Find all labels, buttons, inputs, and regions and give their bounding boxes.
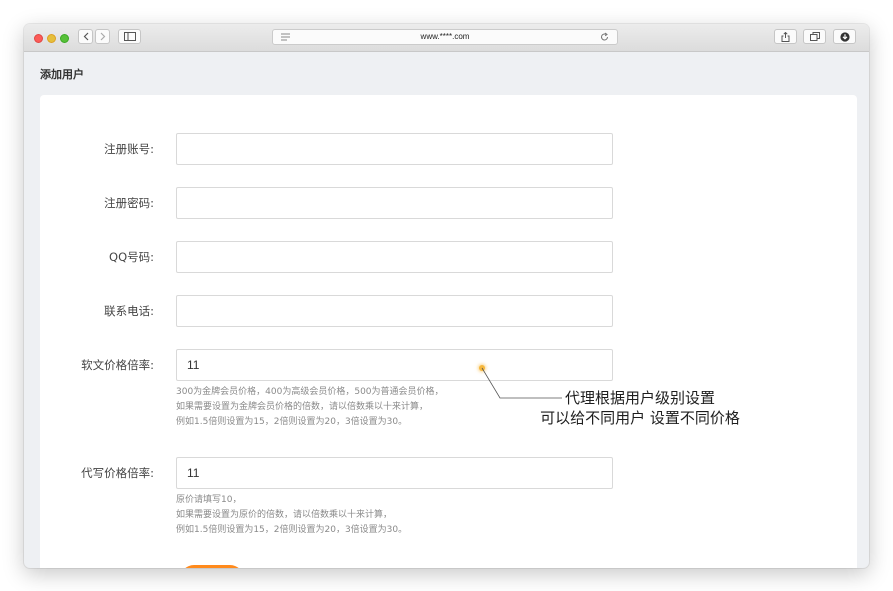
page-title: 添加用户 <box>40 68 84 81</box>
hint-line: 如果需要设置为原价的倍数，请以倍数乘以十来计算， <box>176 510 393 520</box>
phone-input[interactable] <box>176 295 613 327</box>
username-label: 注册账号: <box>104 142 154 156</box>
share-button[interactable] <box>774 29 797 44</box>
password-label: 注册密码: <box>104 196 154 210</box>
form-card: 注册账号: 注册密码: QQ号码: 联系电话: 软文价格倍率: 300为金牌会员… <box>40 95 857 568</box>
hint-line: 如果需要设置为金牌会员价格的倍数，请以倍数乘以十来计算， <box>176 402 429 412</box>
phone-label: 联系电话: <box>104 304 154 318</box>
forward-icon <box>100 32 105 41</box>
address-bar[interactable]: www.****.com <box>272 29 618 45</box>
writing-rate-hint: 原价请填写10， 如果需要设置为原价的倍数，请以倍数乘以十来计算， 例如1.5倍… <box>176 493 407 538</box>
url-text: www.****.com <box>420 32 470 41</box>
annotation-marker <box>479 365 485 371</box>
password-input[interactable] <box>176 187 613 219</box>
forward-button[interactable] <box>95 29 110 44</box>
hint-line: 300为金牌会员价格，400为高级会员价格，500为普通会员价格， <box>176 387 444 397</box>
submit-button[interactable] <box>180 565 244 568</box>
username-input[interactable] <box>176 133 613 165</box>
back-button[interactable] <box>78 29 93 44</box>
annotation-text: 代理根据用户级别设置 可以给不同用户 设置不同价格 <box>520 388 760 428</box>
annotation-line: 可以给不同用户 设置不同价格 <box>540 409 740 427</box>
downloads-button[interactable] <box>833 29 856 44</box>
share-icon <box>781 31 790 42</box>
browser-window: www.****.com 添加用户 注册账号: 注册密码: QQ号码: 联系电话… <box>24 24 869 568</box>
qq-label: QQ号码: <box>109 250 154 264</box>
tabs-button[interactable] <box>803 29 826 44</box>
sidebar-icon <box>123 32 136 41</box>
reload-icon[interactable] <box>600 32 609 42</box>
hint-line: 例如1.5倍则设置为15，2倍则设置为20，3倍设置为30。 <box>176 417 408 427</box>
article-rate-label: 软文价格倍率: <box>81 358 154 372</box>
annotation-line: 代理根据用户级别设置 <box>564 389 715 407</box>
back-icon <box>83 32 88 41</box>
article-rate-hint: 300为金牌会员价格，400为高级会员价格，500为普通会员价格， 如果需要设置… <box>176 385 444 430</box>
tabs-icon <box>809 32 820 41</box>
close-window-button[interactable] <box>34 34 43 43</box>
writing-rate-input[interactable] <box>176 457 613 489</box>
qq-input[interactable] <box>176 241 613 273</box>
downloads-icon <box>839 31 850 42</box>
hint-line: 原价请填写10， <box>176 495 242 505</box>
maximize-window-button[interactable] <box>60 34 69 43</box>
browser-toolbar: www.****.com <box>24 24 869 52</box>
sidebar-button[interactable] <box>118 29 141 44</box>
article-rate-input[interactable] <box>176 349 613 381</box>
writing-rate-label: 代写价格倍率: <box>81 466 154 480</box>
minimize-window-button[interactable] <box>47 34 56 43</box>
hint-line: 例如1.5倍则设置为15，2倍则设置为20，3倍设置为30。 <box>176 525 408 535</box>
